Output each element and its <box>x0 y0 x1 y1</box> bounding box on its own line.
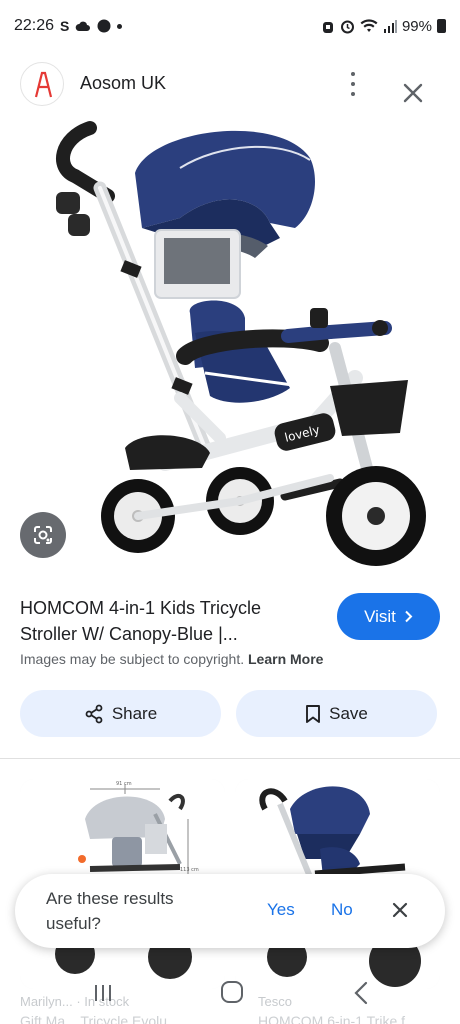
alarm-icon <box>322 21 333 33</box>
share-button[interactable]: Share <box>20 690 221 737</box>
feedback-question: Are these results useful? <box>46 889 174 933</box>
width-dimension: 91 cm <box>116 781 132 787</box>
save-button[interactable]: Save <box>236 690 437 737</box>
status-bar: 22:26 S 99% <box>0 0 460 52</box>
recent-apps-icon[interactable] <box>92 982 114 1004</box>
feedback-yes-button[interactable]: Yes <box>267 900 295 920</box>
bookmark-icon <box>306 704 321 723</box>
share-icon <box>85 704 103 723</box>
visit-label: Visit <box>364 606 396 626</box>
push-handle <box>56 121 97 183</box>
system-nav-bar <box>0 968 460 1024</box>
share-label: Share <box>111 703 158 723</box>
battery-icon <box>437 19 446 33</box>
more-notifications-dot <box>117 23 123 29</box>
site-logo[interactable] <box>20 62 64 106</box>
home-icon[interactable] <box>221 981 243 1003</box>
handle-cup <box>56 192 80 214</box>
learn-more-link[interactable]: Learn More <box>248 651 323 667</box>
divider <box>0 758 460 759</box>
notification-icon <box>97 19 111 33</box>
front-wheel <box>326 466 426 566</box>
alarm-clock-icon <box>340 20 354 33</box>
feedback-card: Are these results useful? Yes No <box>15 874 445 948</box>
status-s-icon: S <box>60 18 70 34</box>
aosom-logo-icon <box>34 71 53 98</box>
back-icon[interactable] <box>352 981 370 1005</box>
feedback-close-icon[interactable] <box>391 901 409 919</box>
cloud-icon <box>76 21 91 31</box>
site-name[interactable]: Aosom UK <box>80 73 166 94</box>
lens-icon <box>34 526 52 544</box>
wifi-icon <box>360 19 378 32</box>
signal-icon <box>383 20 397 33</box>
status-time: 22:26 <box>14 17 55 34</box>
product-image[interactable]: lovely <box>30 118 430 588</box>
copyright-notice: Images may be subject to copyright. Lear… <box>20 651 323 667</box>
lens-button[interactable] <box>20 512 66 558</box>
copyright-text: Images may be subject to copyright. <box>20 651 245 667</box>
close-icon[interactable] <box>400 80 426 106</box>
feedback-no-button[interactable]: No <box>331 900 353 920</box>
save-label: Save <box>329 703 368 723</box>
more-options-icon[interactable] <box>344 70 362 98</box>
front-basket <box>330 380 408 436</box>
height-dimension: 113 cm <box>180 867 199 873</box>
product-title[interactable]: HOMCOM 4-in-1 Kids Tricycle Stroller W/ … <box>20 595 320 647</box>
battery-percent: 99% <box>401 17 432 35</box>
chevron-right-icon <box>405 610 413 623</box>
result-header: Aosom UK <box>0 58 460 114</box>
visit-button[interactable]: Visit <box>337 593 440 640</box>
